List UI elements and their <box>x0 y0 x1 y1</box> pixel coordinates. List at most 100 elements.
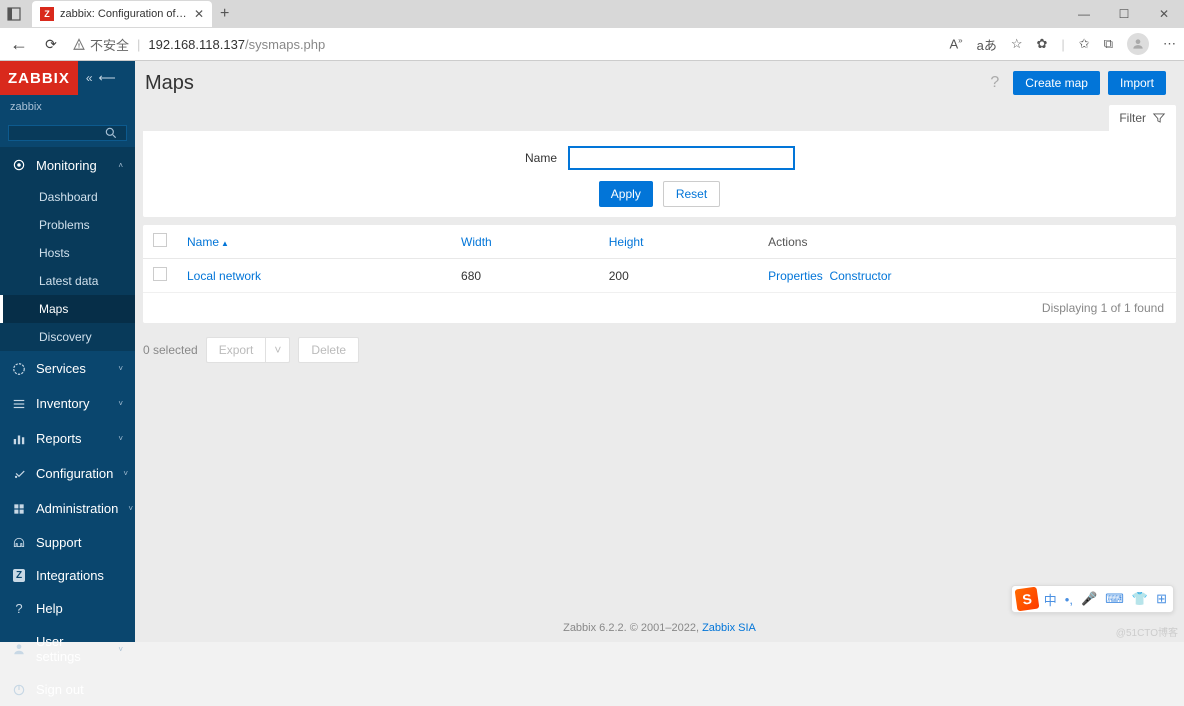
new-tab-button[interactable]: + <box>220 5 229 23</box>
page-title: Maps <box>145 72 194 95</box>
constructor-link[interactable]: Constructor <box>829 269 891 283</box>
sidebar-label-support: Support <box>36 535 123 550</box>
select-all-checkbox[interactable] <box>153 233 167 247</box>
column-width[interactable]: Width <box>451 225 599 259</box>
sort-asc-icon: ▲ <box>221 239 229 248</box>
ime-toolbar[interactable]: S 中 •, 🎤 ⌨ 👕 ⊞ <box>1011 585 1174 613</box>
row-checkbox[interactable] <box>153 267 167 281</box>
export-button: Export <box>206 337 266 363</box>
favorite-star-icon[interactable]: ☆ <box>1011 36 1023 52</box>
address-bar: ← ⟳ 不安全 | 192.168.118.137/sysmaps.php A»… <box>0 28 1184 60</box>
sidebar-item-support[interactable]: Support <box>0 526 135 559</box>
search-icon <box>104 126 118 140</box>
integrations-icon: Z <box>12 569 26 582</box>
configuration-icon <box>12 467 26 481</box>
chevron-down-icon: ˅ <box>118 364 123 373</box>
filter-panel: Name Apply Reset <box>143 131 1176 217</box>
nav-back-icon[interactable]: ← <box>8 33 30 55</box>
sidebar-section-services[interactable]: Services ˅ <box>0 351 135 386</box>
window-minimize-icon[interactable]: — <box>1064 0 1104 28</box>
sidebar-section-administration[interactable]: Administration ˅ <box>0 491 135 526</box>
sidebar-label-integrations: Integrations <box>36 568 123 583</box>
more-menu-icon[interactable]: ⋯ <box>1163 36 1176 52</box>
extension-icon[interactable]: ✿ <box>1037 36 1048 52</box>
column-name[interactable]: Name▲ <box>177 225 451 259</box>
sidebar-section-reports[interactable]: Reports ˅ <box>0 421 135 456</box>
sidebar-label-services: Services <box>36 361 108 376</box>
export-caret-button: ˅ <box>265 337 290 363</box>
delete-button: Delete <box>298 337 359 363</box>
sidebar-item-user-settings[interactable]: User settings ˅ <box>0 625 135 673</box>
ime-punct-icon[interactable]: •, <box>1063 592 1075 607</box>
collapse-sidebar-icon[interactable]: « <box>86 71 93 85</box>
sidebar-label-help: Help <box>36 601 123 616</box>
ime-logo-icon: S <box>1014 587 1039 612</box>
filter-icon <box>1152 111 1166 125</box>
page-help-icon[interactable]: ? <box>990 74 999 92</box>
zabbix-logo[interactable]: ZABBIX <box>0 61 78 95</box>
page-header: Maps ? Create map Import <box>135 61 1184 105</box>
url-field[interactable]: 不安全 | 192.168.118.137/sysmaps.php <box>72 35 939 54</box>
properties-link[interactable]: Properties <box>768 269 823 283</box>
sidebar-label-monitoring: Monitoring <box>36 158 108 173</box>
ime-keyboard-icon[interactable]: ⌨ <box>1103 591 1126 607</box>
ime-lang-icon[interactable]: 中 <box>1042 590 1059 609</box>
tab-actions-icon[interactable] <box>0 0 28 28</box>
sidebar-item-help[interactable]: ? Help <box>0 592 135 625</box>
chevron-down-icon: ˅ <box>118 434 123 443</box>
sidebar-item-dashboard[interactable]: Dashboard <box>0 183 135 211</box>
zabbix-sia-link[interactable]: Zabbix SIA <box>702 622 756 634</box>
chevron-down-icon: ˅ <box>128 504 133 513</box>
apply-button[interactable]: Apply <box>599 181 653 207</box>
column-height[interactable]: Height <box>599 225 758 259</box>
filter-name-input[interactable] <box>569 147 794 169</box>
ime-toolbox-icon[interactable]: ⊞ <box>1154 591 1169 607</box>
profile-avatar-icon[interactable] <box>1127 33 1149 55</box>
user-icon <box>12 642 26 656</box>
nav-refresh-icon[interactable]: ⟳ <box>40 33 62 55</box>
sidebar-item-maps[interactable]: Maps <box>0 295 135 323</box>
sidebar-item-problems[interactable]: Problems <box>0 211 135 239</box>
window-maximize-icon[interactable]: ☐ <box>1104 0 1144 28</box>
text-size-icon[interactable]: A» <box>949 36 962 51</box>
sidebar-label-reports: Reports <box>36 431 108 446</box>
monitoring-icon <box>12 157 26 173</box>
hide-sidebar-icon[interactable]: ⟵ <box>99 71 116 85</box>
create-map-button[interactable]: Create map <box>1013 71 1100 95</box>
table-row: Local network 680 200 Properties Constru… <box>143 259 1176 293</box>
server-name: zabbix <box>0 95 135 119</box>
sidebar-label-configuration: Configuration <box>36 466 113 481</box>
filter-toggle[interactable]: Filter <box>1109 105 1176 131</box>
favorites-bar-icon[interactable]: ✩ <box>1079 36 1090 52</box>
column-actions: Actions <box>758 225 1176 259</box>
sidebar-item-hosts[interactable]: Hosts <box>0 239 135 267</box>
ime-skin-icon[interactable]: 👕 <box>1130 591 1150 607</box>
sidebar-item-sign-out[interactable]: Sign out <box>0 673 135 706</box>
collections-icon[interactable]: ⧉ <box>1104 36 1113 52</box>
browser-tab[interactable]: Z zabbix: Configuration of network ✕ <box>32 1 212 27</box>
sidebar-section-inventory[interactable]: Inventory ˅ <box>0 386 135 421</box>
translate-icon[interactable]: aあ <box>977 35 997 54</box>
table-footer-text: Displaying 1 of 1 found <box>143 293 1176 323</box>
insecure-badge: 不安全 <box>72 35 129 54</box>
sidebar-item-discovery[interactable]: Discovery <box>0 323 135 351</box>
ime-voice-icon[interactable]: 🎤 <box>1079 591 1099 607</box>
window-close-icon[interactable]: ✕ <box>1144 0 1184 28</box>
sidebar-section-monitoring[interactable]: Monitoring ˄ <box>0 147 135 183</box>
sidebar-item-latest-data[interactable]: Latest data <box>0 267 135 295</box>
tab-close-icon[interactable]: ✕ <box>194 7 204 21</box>
import-button[interactable]: Import <box>1108 71 1166 95</box>
tab-favicon: Z <box>40 7 54 21</box>
reset-button[interactable]: Reset <box>663 181 720 207</box>
sidebar-item-integrations[interactable]: Z Integrations <box>0 559 135 592</box>
page-footer: Zabbix 6.2.2. © 2001–2022, Zabbix SIA <box>135 614 1184 642</box>
sign-out-icon <box>12 683 26 697</box>
reports-icon <box>12 432 26 446</box>
search-input[interactable] <box>8 125 127 141</box>
selected-count: 0 selected <box>143 343 198 357</box>
chevron-down-icon: ˅ <box>118 399 123 408</box>
sidebar-section-configuration[interactable]: Configuration ˅ <box>0 456 135 491</box>
url-host: 192.168.118.137 <box>148 37 245 52</box>
sidebar-label-inventory: Inventory <box>36 396 108 411</box>
map-name-link[interactable]: Local network <box>187 269 261 283</box>
